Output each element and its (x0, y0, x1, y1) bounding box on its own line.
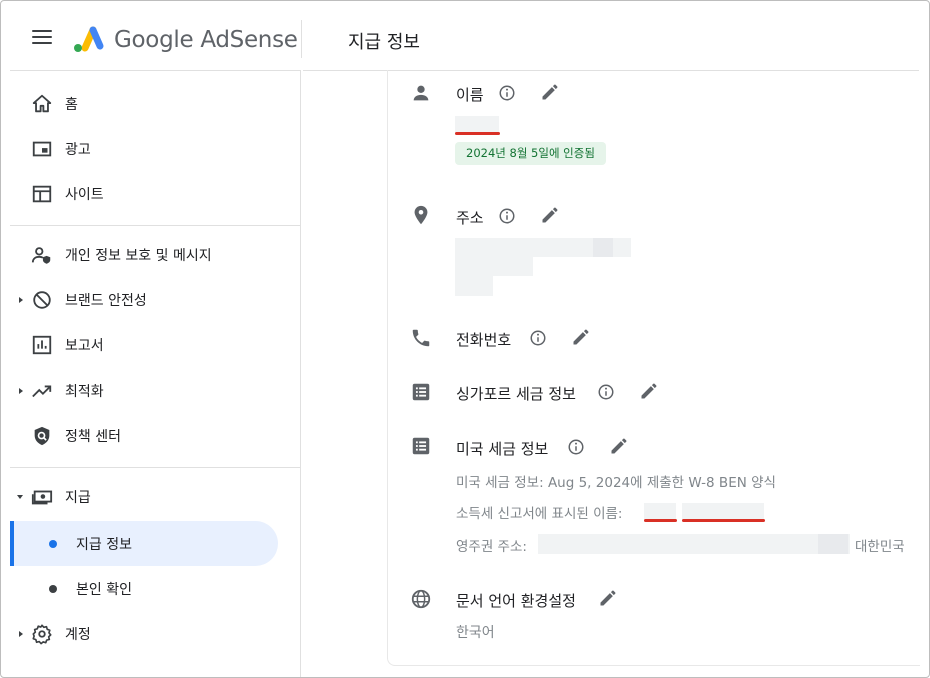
phone-icon (412, 329, 430, 347)
sidebar-item-label: 브랜드 안전성 (65, 293, 147, 309)
info-icon[interactable] (567, 438, 585, 456)
sidebar-item-label: 최적화 (65, 384, 104, 400)
gear-icon (32, 624, 52, 645)
tax-name-label: 소득세 신고서에 표시된 이름: (456, 506, 623, 522)
sidebar-item-home[interactable]: 홈 (0, 82, 301, 126)
redacted-address-line (455, 276, 493, 296)
singapore-tax-title: 싱가포르 세금 정보 (456, 385, 576, 403)
sidebar-item-label: 개인 정보 보호 및 메시지 (65, 248, 212, 264)
sidebar-item-label: 광고 (65, 142, 91, 158)
list-icon (412, 437, 430, 455)
permanent-address-label: 영주권 주소: (456, 539, 527, 555)
sidebar: 홈 광고 사이트 개인 정보 보호 및 메시지 브랜드 안전성 보고서 최적화 … (0, 70, 301, 678)
sidebar-item-account[interactable]: 계정 (0, 612, 301, 656)
edit-icon[interactable] (639, 381, 659, 401)
topbar-divider (301, 20, 302, 58)
language-value: 한국어 (456, 625, 495, 641)
person-icon (413, 85, 429, 101)
redacted-permanent-address (538, 534, 850, 554)
sidebar-item-label: 지급 (65, 490, 91, 506)
privacy-icon (31, 247, 51, 264)
sidebar-item-policy-center[interactable]: 정책 센터 (0, 414, 301, 458)
sidebar-item-label: 사이트 (65, 187, 104, 203)
sidebar-item-brand-safety[interactable]: 브랜드 안전성 (0, 278, 301, 322)
ads-icon (32, 141, 52, 157)
expand-caret-icon[interactable] (19, 297, 23, 303)
redacted-name (455, 116, 499, 132)
redacted-tax-name (644, 503, 676, 519)
adsense-logo[interactable] (72, 24, 106, 54)
globe-icon (411, 589, 431, 609)
sidebar-item-label: 정책 센터 (65, 429, 121, 445)
edit-icon[interactable] (540, 82, 560, 102)
us-tax-title: 미국 세금 정보 (456, 440, 549, 458)
edit-icon[interactable] (540, 205, 560, 225)
address-title: 주소 (456, 209, 484, 227)
phone-title: 전화번호 (456, 331, 512, 349)
info-icon[interactable] (498, 207, 516, 225)
info-icon[interactable] (529, 329, 547, 347)
expand-caret-icon[interactable] (19, 388, 23, 394)
policy-icon (34, 426, 50, 446)
collapse-caret-icon[interactable] (17, 495, 23, 499)
brand-name: Google AdSense (114, 27, 298, 53)
name-title: 이름 (456, 86, 484, 104)
payments-icon (31, 490, 53, 505)
page-title: 지급 정보 (348, 32, 420, 53)
redaction-underline (682, 519, 765, 522)
language-title: 문서 언어 환경설정 (456, 592, 576, 610)
location-pin-icon (414, 205, 428, 225)
verified-badge: 2024년 8월 5일에 인증됨 (455, 142, 606, 165)
sidebar-item-payments[interactable]: 지급 (0, 475, 301, 519)
redacted-tax-name (682, 503, 764, 519)
redaction-underline (455, 132, 500, 135)
list-icon (412, 383, 430, 401)
reports-icon (32, 335, 52, 355)
bullet-icon (49, 540, 57, 548)
edit-icon[interactable] (609, 436, 629, 456)
bullet-icon (49, 585, 57, 593)
sidebar-item-label: 보고서 (65, 338, 104, 354)
sidebar-item-label: 지급 정보 (76, 537, 132, 553)
home-icon (32, 94, 52, 113)
expand-caret-icon[interactable] (19, 631, 23, 637)
sidebar-item-label: 본인 확인 (76, 582, 132, 598)
sidebar-item-reports[interactable]: 보고서 (0, 323, 301, 367)
sidebar-item-optimization[interactable]: 최적화 (0, 369, 301, 413)
sidebar-item-label: 계정 (65, 627, 91, 643)
info-icon[interactable] (498, 84, 516, 102)
permanent-address-country: 대한민국 (855, 539, 905, 555)
block-icon (33, 291, 51, 309)
sites-icon (32, 185, 52, 203)
active-indicator (10, 521, 14, 566)
sidebar-item-label: 홈 (65, 97, 78, 113)
us-tax-form-info: 미국 세금 정보: Aug 5, 2024에 제출한 W-8 BEN 양식 (456, 475, 776, 491)
sidebar-subitem-identity[interactable]: 본인 확인 (10, 566, 278, 611)
main-menu-icon[interactable] (32, 30, 52, 46)
redacted-address-line (455, 257, 533, 276)
sidebar-item-sites[interactable]: 사이트 (0, 172, 301, 216)
sidebar-item-privacy[interactable]: 개인 정보 보호 및 메시지 (0, 233, 301, 277)
top-app-bar: Google AdSense 지급 정보 (0, 0, 930, 70)
info-icon[interactable] (597, 383, 615, 401)
redaction-underline (644, 519, 677, 522)
edit-icon[interactable] (598, 588, 618, 608)
sidebar-item-ads[interactable]: 광고 (0, 127, 301, 171)
edit-icon[interactable] (571, 327, 591, 347)
trending-icon (32, 385, 52, 398)
sidebar-subitem-payment-info[interactable]: 지급 정보 (10, 521, 278, 566)
